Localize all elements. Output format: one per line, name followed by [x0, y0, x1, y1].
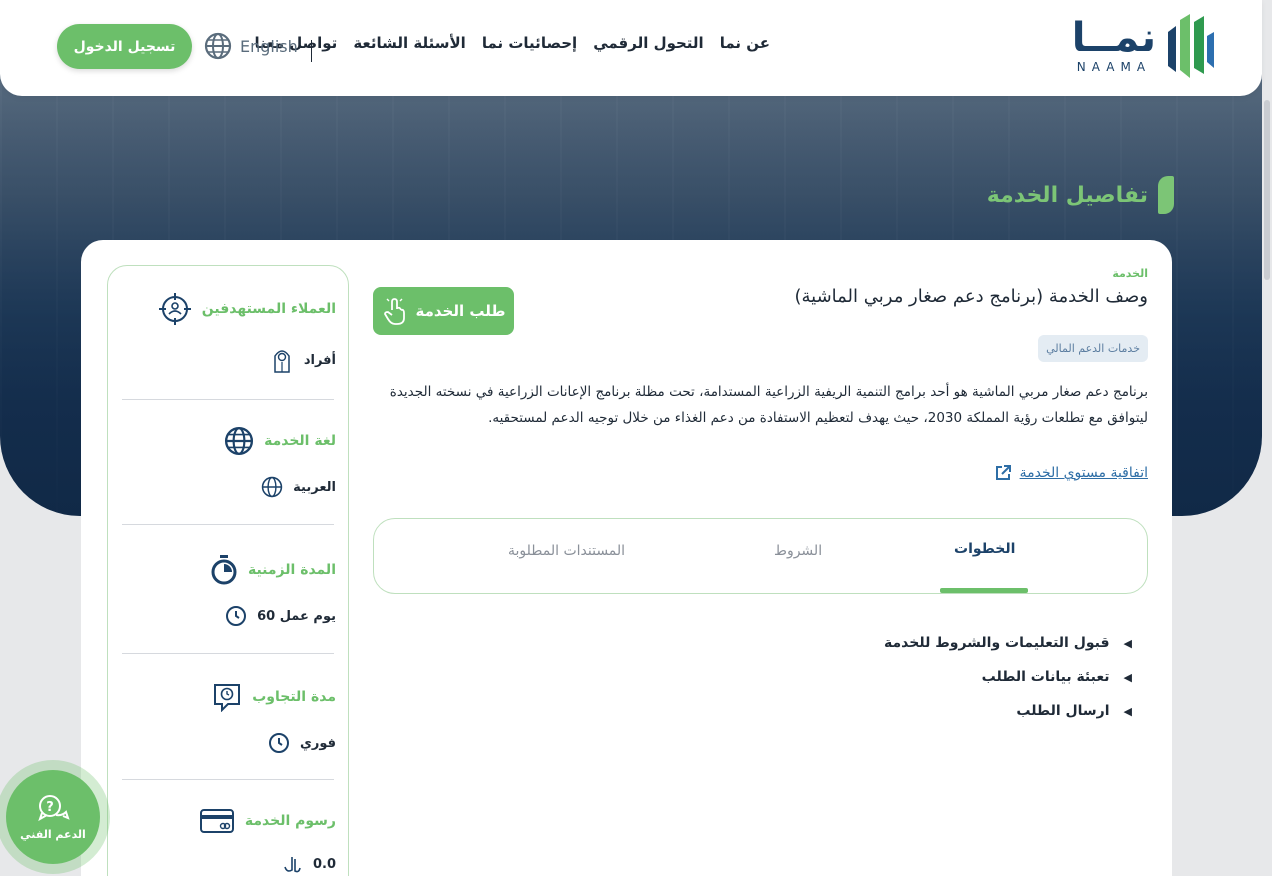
external-link-icon	[995, 465, 1011, 480]
tab-required-documents[interactable]: المستندات المطلوبة	[508, 543, 625, 559]
target-user-icon	[158, 293, 191, 325]
tab-steps[interactable]: الخطوات	[954, 541, 1015, 557]
request-service-button[interactable]: طلب الخدمة	[373, 287, 514, 335]
support-button[interactable]: ? الدعم الفني	[0, 760, 110, 874]
service-card: العملاء المستهدفين أفراد لغة الخدمة العر…	[81, 240, 1172, 876]
page-title: تفاصيل الخدمة	[986, 182, 1148, 208]
language-switch[interactable]: English	[204, 32, 298, 60]
language-label: English	[240, 36, 298, 56]
sla-link[interactable]: اتفاقية مستوي الخدمة	[994, 464, 1148, 482]
stopwatch-icon	[211, 555, 237, 585]
riyal-icon	[284, 857, 301, 873]
duration-title: المدة الزمنية	[210, 554, 336, 586]
person-icon	[274, 350, 290, 373]
scrollbar[interactable]	[1262, 0, 1272, 876]
login-button[interactable]: تسجيل الدخول	[57, 24, 192, 69]
nav-divider	[311, 40, 312, 62]
clock-icon	[268, 733, 289, 753]
credit-card-icon	[199, 809, 234, 833]
main-nav: عن نما التحول الرقمي إحصائيات نما الأسئل…	[255, 34, 770, 52]
tap-hand-icon	[383, 296, 405, 325]
logo-english: NAAMA	[1076, 60, 1152, 74]
audience-title: العملاء المستهدفين	[158, 292, 336, 326]
nav-faq[interactable]: الأسئلة الشائعة	[353, 34, 466, 52]
service-description: برنامج دعم صغار مربي الماشية هو أحد برام…	[389, 384, 1148, 426]
clock-icon	[226, 606, 247, 626]
service-tabs: الخطوات الشروط المستندات المطلوبة	[373, 518, 1148, 594]
list-item: ◀ ارسال الطلب	[1016, 703, 1132, 719]
svg-text:?: ?	[46, 800, 54, 815]
language-value: العربية	[261, 476, 336, 498]
service-label: الخدمة	[1112, 267, 1148, 280]
list-item: ◀ تعبئة بيانات الطلب	[981, 669, 1132, 685]
globe-icon	[225, 426, 254, 456]
globe-icon	[204, 32, 232, 60]
nav-statistics[interactable]: إحصائيات نما	[482, 34, 577, 52]
triangle-left-icon: ◀	[1123, 704, 1132, 718]
fees-title: رسوم الخدمة	[199, 808, 336, 834]
active-tab-indicator	[940, 588, 1028, 593]
tab-conditions[interactable]: الشروط	[774, 543, 822, 559]
triangle-left-icon: ◀	[1123, 670, 1132, 684]
response-title: مدة التجاوب	[212, 682, 336, 712]
nav-about[interactable]: عن نما	[720, 34, 770, 52]
response-value: فوري	[268, 732, 336, 754]
site-header: نمــا NAAMA عن نما التحول الرقمي إحصائيا…	[0, 0, 1262, 96]
audience-value: أفراد	[270, 346, 336, 374]
leaf-accent-icon	[1158, 176, 1174, 214]
triangle-left-icon: ◀	[1123, 636, 1132, 650]
logo-mark-icon	[1168, 14, 1214, 78]
logo[interactable]: نمــا NAAMA	[1072, 12, 1216, 78]
duration-value: 60 يوم عمل	[225, 605, 336, 627]
language-title: لغة الخدمة	[224, 426, 336, 456]
nav-digital-transformation[interactable]: التحول الرقمي	[593, 34, 704, 52]
logo-arabic: نمــا	[1071, 15, 1156, 61]
scrollbar-thumb[interactable]	[1264, 100, 1270, 280]
service-title: وصف الخدمة (برنامج دعم صغار مربي الماشية…	[794, 286, 1148, 307]
service-info-panel: العملاء المستهدفين أفراد لغة الخدمة العر…	[107, 265, 349, 876]
steps-list: ◀ قبول التعليمات والشروط للخدمة ◀ تعبئة …	[884, 626, 1132, 728]
list-item: ◀ قبول التعليمات والشروط للخدمة	[884, 635, 1132, 651]
globe-icon	[261, 476, 283, 498]
chat-clock-icon	[214, 684, 241, 712]
category-badge: خدمات الدعم المالي	[1038, 335, 1148, 362]
hero-title-wrap: تفاصيل الخدمة	[987, 176, 1174, 214]
support-chat-icon: ?	[38, 794, 70, 821]
fees-value: 0.0	[281, 853, 336, 875]
